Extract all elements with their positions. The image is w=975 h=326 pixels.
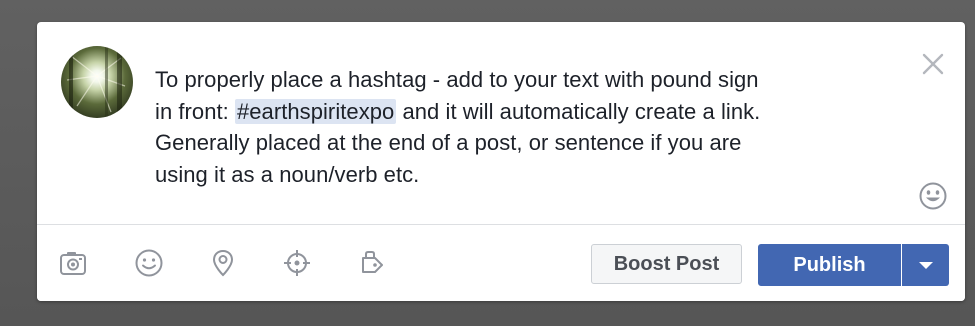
post-text-line: Generally placed at the end of a post, o… bbox=[155, 130, 742, 155]
publish-button[interactable]: Publish bbox=[758, 244, 901, 286]
close-icon[interactable] bbox=[921, 52, 945, 76]
boost-post-button[interactable]: Boost Post bbox=[591, 244, 742, 284]
smiley-icon[interactable] bbox=[919, 182, 947, 210]
camera-icon[interactable] bbox=[57, 247, 89, 279]
post-text[interactable]: To properly place a hashtag - add to you… bbox=[155, 64, 915, 190]
caret-down-icon bbox=[919, 262, 933, 269]
hashtag[interactable]: #earthspiritexpo bbox=[234, 98, 397, 124]
crosshair-icon[interactable] bbox=[281, 247, 313, 279]
location-pin-icon[interactable] bbox=[207, 247, 239, 279]
avatar[interactable] bbox=[61, 46, 133, 118]
post-text-line: in front: #earthspiritexpo and it will a… bbox=[155, 96, 915, 128]
smiley-icon[interactable] bbox=[133, 247, 165, 279]
tag-icon[interactable] bbox=[355, 247, 387, 279]
post-text-segment: in front: bbox=[155, 98, 235, 124]
post-text-line: using it as a noun/verb etc. bbox=[155, 161, 420, 187]
composer-toolbar: Boost Post Publish bbox=[37, 225, 965, 301]
post-text-line: To properly place a hashtag - add to you… bbox=[155, 67, 759, 92]
post-composer: To properly place a hashtag - add to you… bbox=[37, 22, 965, 301]
post-text-segment: and it will automatically create a link. bbox=[396, 98, 761, 124]
publish-options-button[interactable] bbox=[902, 244, 949, 286]
